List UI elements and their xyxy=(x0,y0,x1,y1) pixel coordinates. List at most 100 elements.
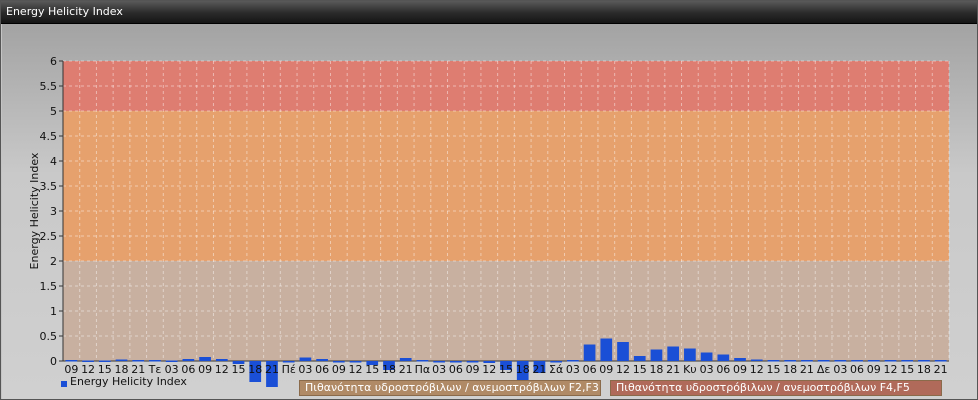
x-tick-label: 09 xyxy=(733,363,747,376)
legend-band-f2f3[interactable]: Πιθανότητα υδροστρόβιλων / ανεμοστρόβιλω… xyxy=(299,380,601,396)
x-tick-label: 03 xyxy=(833,363,847,376)
data-bar xyxy=(834,360,847,362)
y-tick-label: 1 xyxy=(50,305,57,318)
x-tick-label: 12 xyxy=(349,363,363,376)
x-tick-label: 18 xyxy=(382,363,396,376)
x-tick-label: Πα xyxy=(415,363,431,376)
data-bar xyxy=(734,358,746,361)
data-bar xyxy=(918,360,930,362)
y-tick-label: 0.5 xyxy=(40,330,58,343)
x-tick-label: 09 xyxy=(198,363,212,376)
x-tick-label: 06 xyxy=(850,363,864,376)
y-tick-label: 3 xyxy=(50,205,57,218)
data-bar xyxy=(199,357,211,361)
x-tick-label: 06 xyxy=(449,363,463,376)
y-tick-label: 6 xyxy=(50,55,57,68)
x-tick-label: 06 xyxy=(315,363,329,376)
y-tick-label: 2 xyxy=(50,255,57,268)
data-bar xyxy=(684,348,696,361)
x-tick-label: 06 xyxy=(583,363,597,376)
x-tick-label: 15 xyxy=(499,363,513,376)
x-tick-label: 09 xyxy=(332,363,346,376)
x-tick-label: Κυ xyxy=(683,363,697,376)
x-tick-label: 12 xyxy=(616,363,630,376)
x-tick-label: 18 xyxy=(917,363,931,376)
data-bar xyxy=(934,360,947,362)
data-bar xyxy=(633,356,646,361)
x-tick-label: 09 xyxy=(599,363,613,376)
y-axis-label: Energy Helicity Index xyxy=(28,152,41,269)
x-tick-label: 15 xyxy=(766,363,780,376)
y-tick-label: 2.5 xyxy=(40,230,58,243)
x-tick-label: 21 xyxy=(265,363,279,376)
data-bar xyxy=(132,360,145,362)
legend-series-label[interactable]: Energy Helicity Index xyxy=(70,375,187,388)
data-bar xyxy=(115,359,128,361)
data-bar xyxy=(583,344,596,361)
legend-swatch xyxy=(61,381,67,387)
data-bar xyxy=(416,360,429,362)
x-tick-label: 18 xyxy=(248,363,262,376)
y-tick-label: 1.5 xyxy=(40,280,58,293)
x-tick-label: 12 xyxy=(482,363,496,376)
y-tick-label: 3.5 xyxy=(40,180,58,193)
data-bar xyxy=(867,360,880,362)
x-tick-label: 18 xyxy=(783,363,797,376)
x-tick-label: 03 xyxy=(298,363,312,376)
data-bar xyxy=(650,349,663,361)
data-bar xyxy=(82,360,94,362)
x-tick-label: 12 xyxy=(750,363,764,376)
y-tick-label: 5 xyxy=(50,105,57,118)
data-bar xyxy=(700,352,713,361)
data-bar xyxy=(600,338,613,361)
x-tick-label: Πέ xyxy=(282,363,296,376)
data-bar xyxy=(299,357,312,361)
x-tick-label: Σά xyxy=(549,363,563,376)
y-tick-label: 0 xyxy=(50,355,57,368)
x-tick-label: 03 xyxy=(566,363,580,376)
x-tick-label: 09 xyxy=(867,363,881,376)
data-bar xyxy=(65,360,78,362)
x-tick-label: 12 xyxy=(883,363,897,376)
x-tick-label: Δε xyxy=(817,363,831,376)
data-bar xyxy=(316,359,328,361)
data-bar xyxy=(667,346,680,361)
x-tick-label: 21 xyxy=(934,363,948,376)
y-tick-label: 4 xyxy=(50,155,57,168)
data-bar xyxy=(851,360,863,362)
data-bar xyxy=(801,360,813,362)
data-bar xyxy=(182,359,195,361)
data-bar xyxy=(750,359,763,361)
x-tick-label: 15 xyxy=(900,363,914,376)
x-tick-label: 21 xyxy=(800,363,814,376)
data-bar xyxy=(149,360,161,362)
x-tick-label: 03 xyxy=(700,363,714,376)
legend-band-f4f5[interactable]: Πιθανότητα υδροστρόβιλων / ανεμοστρόβιλω… xyxy=(610,380,942,396)
y-tick-label: 4.5 xyxy=(40,130,58,143)
x-tick-label: 03 xyxy=(432,363,446,376)
data-bar xyxy=(884,360,897,362)
x-tick-label: 06 xyxy=(716,363,730,376)
x-tick-label: 18 xyxy=(649,363,663,376)
data-bar xyxy=(98,360,111,362)
x-tick-label: 15 xyxy=(232,363,246,376)
data-bar xyxy=(215,359,228,361)
data-bar xyxy=(567,360,579,362)
x-tick-label: 21 xyxy=(399,363,413,376)
data-bar xyxy=(717,354,730,361)
x-tick-label: 21 xyxy=(532,363,546,376)
data-bar xyxy=(165,360,178,362)
chart-window: Energy Helicity Index 0 0.5 1 1.5 2 2.5 3 3.5 4 4… xyxy=(0,0,978,400)
data-bar xyxy=(901,360,914,362)
y-tick-label: 5.5 xyxy=(40,80,58,93)
data-bar xyxy=(784,360,797,362)
x-tick-label: 18 xyxy=(516,363,530,376)
x-tick-label: 15 xyxy=(633,363,647,376)
x-tick-label: 15 xyxy=(365,363,379,376)
data-bar xyxy=(399,358,412,361)
data-bar xyxy=(817,360,830,362)
data-bar xyxy=(767,360,780,362)
chart-svg: 00.511.522.533.544.555.5609 12 15 18 21 Τε 03 0… xyxy=(28,55,950,387)
x-tick-label: 12 xyxy=(215,363,229,376)
data-bar xyxy=(617,342,629,361)
